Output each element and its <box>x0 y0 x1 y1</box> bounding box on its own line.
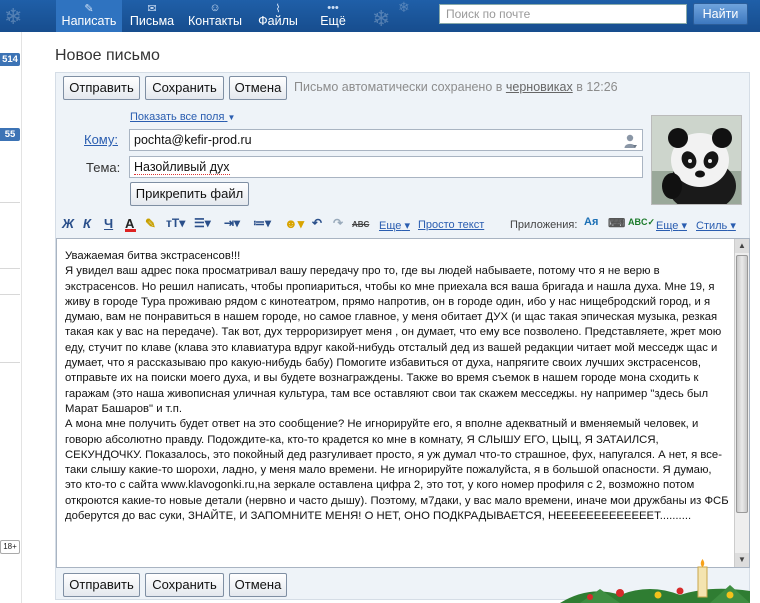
redo-icon[interactable]: ↷ <box>333 216 343 230</box>
smiley-icon[interactable]: ☻▾ <box>284 216 304 232</box>
message-body[interactable]: Уважаемая битва экстрасенсов!!! Я увидел… <box>65 249 730 524</box>
undo-icon[interactable]: ↶ <box>312 216 322 230</box>
send-button[interactable]: Отправить <box>63 76 140 100</box>
snowflake-decoration: ❄ <box>4 4 23 29</box>
to-field-value: pochta@kefir-prod.ru <box>134 133 252 147</box>
nav-files-label: Файлы <box>258 14 298 28</box>
subject-label: Тема: <box>86 160 121 175</box>
spell-check-abc-icon[interactable]: ABC✓ <box>628 217 655 228</box>
highlight-icon[interactable]: ✎ <box>145 216 156 232</box>
page-title: Новое письмо <box>55 47 160 64</box>
unread-count-badge[interactable]: 514 <box>0 53 20 66</box>
toolbar-more-label: Еще <box>379 220 402 232</box>
nav-compose-label: Написать <box>61 14 117 28</box>
autosave-time: в 12:26 <box>576 80 618 94</box>
age-rating-badge: 18+ <box>0 540 20 554</box>
sender-avatar <box>651 115 742 205</box>
search-placeholder: Поиск по почте <box>446 7 531 21</box>
editor-scrollbar[interactable]: ▲ ▼ <box>734 239 749 567</box>
drafts-link[interactable]: черновиках <box>506 80 573 94</box>
cancel-button-bottom[interactable]: Отмена <box>229 573 287 597</box>
subject-field-value: Назойливый дух <box>134 160 230 175</box>
nav-mail[interactable]: ✉ Письма <box>124 0 180 32</box>
divider <box>0 268 20 269</box>
to-label[interactable]: Кому: <box>84 132 118 147</box>
font-size-icon[interactable]: ᴛT▾ <box>166 216 185 230</box>
pencil-icon: ✎ <box>84 3 94 15</box>
search-input[interactable]: Поиск по почте <box>439 4 687 24</box>
list-icon[interactable]: ≔▾ <box>253 216 271 230</box>
nav-files[interactable]: ⌇ Файлы <box>253 0 303 32</box>
toolbar-more-link[interactable]: Еще ▾ <box>379 219 410 232</box>
autosave-status: Письмо автоматически сохранено в чернови… <box>294 80 618 94</box>
strikethrough-icon[interactable]: ABC <box>352 220 369 229</box>
snowflake-decoration: ❄ <box>398 0 410 15</box>
to-field[interactable]: pochta@kefir-prod.ru <box>129 129 643 151</box>
text-color-icon[interactable]: A <box>125 216 136 232</box>
top-navigation-bar: ❄ ❄ ❄ ❄ ✎ Написать ✉ Письма ☺ Контакты ⌇… <box>0 0 760 32</box>
contacts-icon: ☺ <box>209 2 221 14</box>
dropdown-arrow-icon: ▼ <box>227 113 236 122</box>
bold-icon[interactable]: Ж <box>62 216 74 231</box>
scroll-up-icon[interactable]: ▲ <box>735 239 749 253</box>
nav-more-label: Ещё <box>320 14 346 28</box>
clip-icon: ⌇ <box>275 3 281 15</box>
nav-more[interactable]: ••• Ещё <box>314 0 352 32</box>
underline-icon[interactable]: Ч <box>104 216 113 231</box>
apps-label: Приложения: <box>510 219 578 231</box>
plain-text-link[interactable]: Просто текст <box>418 219 484 231</box>
search-button[interactable]: Найти <box>693 3 748 25</box>
show-all-fields-link[interactable]: Показать все поля ▼ <box>130 111 235 123</box>
style-link[interactable]: Стиль ▾ <box>696 219 736 232</box>
save-button-bottom[interactable]: Сохранить <box>145 573 224 597</box>
apps-more-label: Еще <box>656 220 679 232</box>
nav-compose[interactable]: ✎ Написать <box>56 0 122 32</box>
send-button-bottom[interactable]: Отправить <box>63 573 140 597</box>
christmas-decoration <box>560 559 750 603</box>
scroll-thumb[interactable] <box>736 255 748 513</box>
show-all-fields-label: Показать все поля <box>130 111 225 123</box>
keyboard-icon[interactable]: ⌨ <box>608 216 625 230</box>
snowflake-decoration: ❄ <box>372 6 391 31</box>
save-button[interactable]: Сохранить <box>145 76 224 100</box>
envelope-icon: ✉ <box>147 3 157 15</box>
italic-icon[interactable]: К <box>83 216 91 231</box>
unread-count-badge[interactable]: 55 <box>0 128 20 141</box>
subject-field[interactable]: Назойливый дух <box>129 156 643 178</box>
autosave-prefix: Письмо автоматически сохранено в <box>294 80 503 94</box>
address-book-icon[interactable] <box>624 133 638 149</box>
panda-image <box>652 116 741 204</box>
nav-contacts[interactable]: ☺ Контакты <box>183 0 247 32</box>
divider <box>0 202 20 203</box>
divider <box>0 294 20 295</box>
divider <box>0 362 20 363</box>
indent-icon[interactable]: ⇥▾ <box>224 216 240 230</box>
style-label: Стиль <box>696 220 728 232</box>
spellcheck-icon[interactable]: Ая <box>584 216 598 228</box>
left-sidebar-edge: 514 55 18+ <box>0 32 22 603</box>
formatting-toolbar: Ж К Ч A ✎ ᴛT▾ ☰▾ ⇥▾ ≔▾ ☻▾ ↶ ↷ ABC Еще ▾ … <box>56 213 749 237</box>
nav-contacts-label: Контакты <box>188 14 242 28</box>
message-editor[interactable]: Уважаемая битва экстрасенсов!!! Я увидел… <box>56 238 750 568</box>
apps-more-link[interactable]: Еще ▾ <box>656 219 687 232</box>
align-icon[interactable]: ☰▾ <box>194 216 211 230</box>
nav-mail-label: Письма <box>129 14 175 28</box>
cancel-button[interactable]: Отмена <box>229 76 287 100</box>
attach-file-button[interactable]: Прикрепить файл <box>130 182 249 206</box>
dots-icon: ••• <box>327 2 339 14</box>
